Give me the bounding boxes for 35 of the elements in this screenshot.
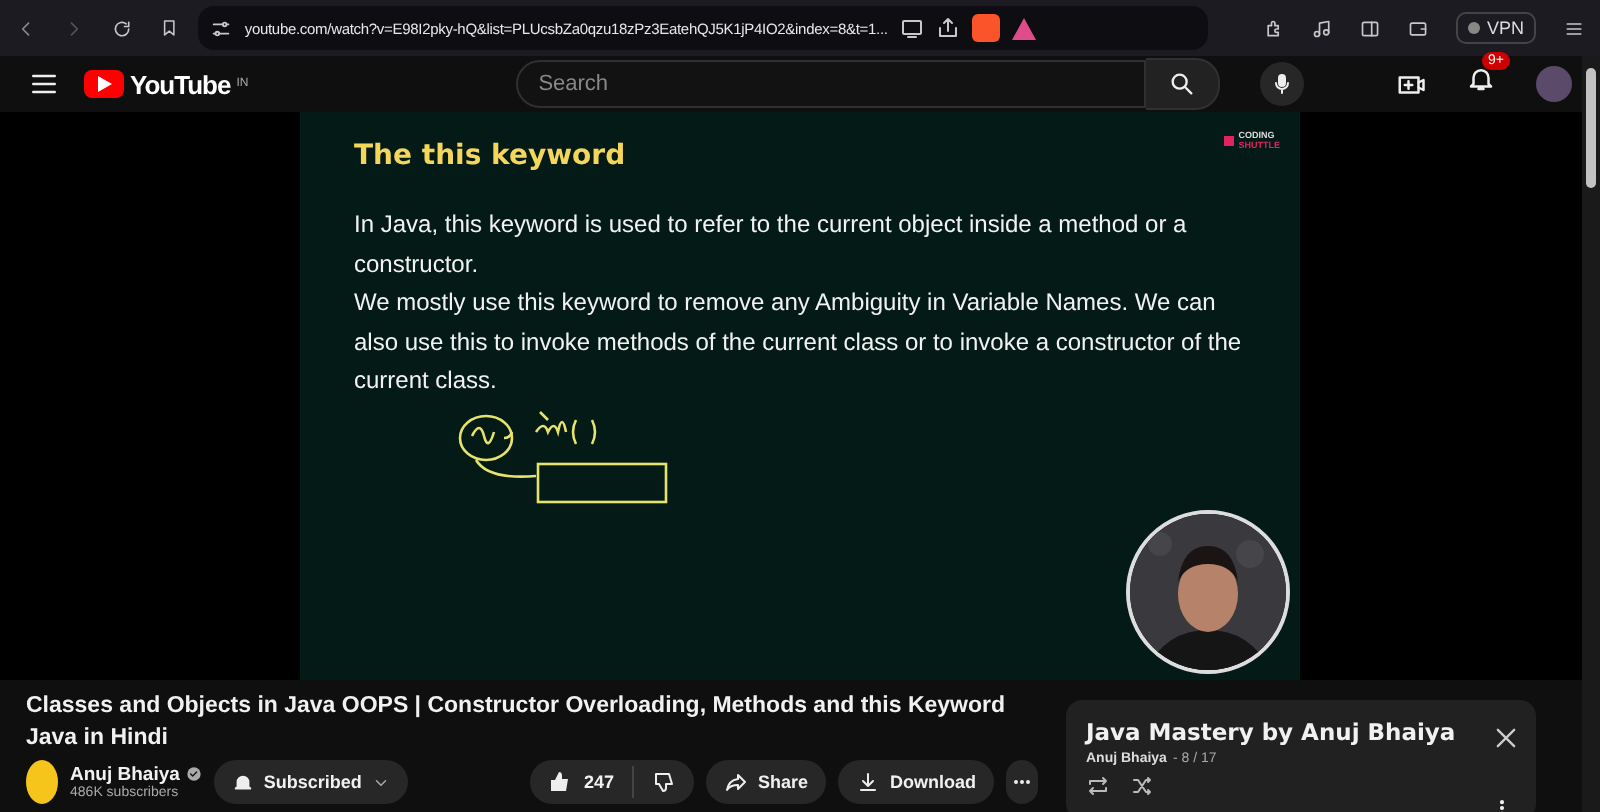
- bookmark-icon[interactable]: [160, 16, 179, 40]
- mic-button[interactable]: [1260, 62, 1305, 106]
- extensions-icon[interactable]: [1264, 15, 1285, 41]
- search-field[interactable]: Search: [516, 60, 1147, 108]
- playlist-title[interactable]: Java Mastery by Anuj Bhaiya: [1086, 718, 1516, 746]
- mic-icon: [1270, 72, 1295, 96]
- share-icon: [723, 770, 748, 794]
- slide-paragraph: We mostly use this keyword to remove any Ambiguity in Variable Names. We can also use this to invoke methods of the current class or to invoke a constructor of the current class.: [354, 286, 1244, 398]
- more-button[interactable]: [1005, 760, 1038, 804]
- share-icon[interactable]: [935, 16, 960, 40]
- share-button[interactable]: Share: [705, 760, 826, 804]
- site-settings-icon[interactable]: [210, 17, 233, 39]
- search-button[interactable]: [1146, 58, 1221, 110]
- like-button[interactable]: 247: [529, 766, 634, 798]
- subscribed-button[interactable]: Subscribed: [213, 760, 408, 804]
- channel-avatar[interactable]: [26, 760, 59, 804]
- search-icon: [1168, 70, 1197, 98]
- verified-icon: [185, 766, 202, 782]
- sidebar-icon[interactable]: [1360, 15, 1381, 41]
- channel-name[interactable]: Anuj Bhaiya: [70, 763, 180, 785]
- cast-icon[interactable]: [899, 16, 924, 40]
- bell-icon: [231, 771, 254, 793]
- slide-paragraph: In Java, this keyword is used to refer to the current object inside a method or a constructor.: [354, 208, 1189, 281]
- video-title: Classes and Objects in Java OOPS | Constructor Overloading, Methods and this Keyword Java in Hindi: [26, 692, 1008, 754]
- scrollbar[interactable]: [1582, 56, 1600, 812]
- shuffle-icon[interactable]: [1130, 774, 1154, 798]
- thumbs-down-icon: [651, 770, 676, 794]
- music-icon[interactable]: [1312, 15, 1333, 41]
- vpn-button[interactable]: VPN: [1456, 12, 1536, 44]
- repeat-icon[interactable]: [1086, 774, 1110, 798]
- download-button[interactable]: Download: [837, 760, 994, 804]
- thumbs-up-icon: [547, 770, 572, 794]
- download-icon: [855, 770, 880, 794]
- close-icon[interactable]: [1492, 724, 1520, 752]
- bell-icon[interactable]: [1466, 64, 1496, 94]
